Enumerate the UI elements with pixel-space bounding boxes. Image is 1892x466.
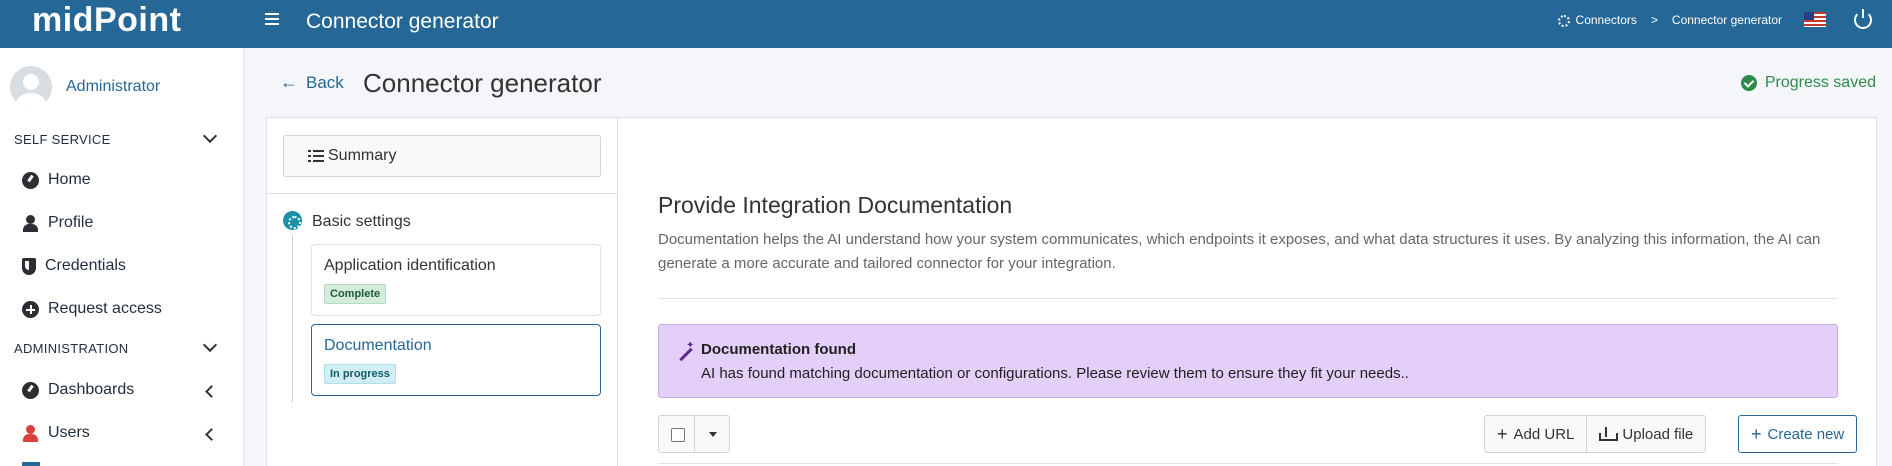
app-title: Connector generator — [306, 10, 499, 33]
upload-icon — [1599, 427, 1619, 441]
sidebar-item-label: Dashboards — [48, 381, 135, 398]
section-self-service[interactable]: SELF SERVICE — [14, 132, 111, 147]
add-url-button[interactable]: + Add URL — [1485, 416, 1586, 452]
check-circle-icon — [1740, 75, 1757, 91]
wizard-steps-panel: Summary Basic settings Application ident… — [267, 118, 618, 466]
step-content: Provide Integration Documentation Docume… — [618, 118, 1876, 466]
dashboard-icon — [22, 171, 39, 189]
plus-icon: + — [1497, 424, 1508, 444]
step-connector-line — [292, 235, 293, 402]
alert-title: Documentation found — [701, 341, 856, 358]
plus-circle-icon — [22, 300, 39, 318]
person-icon — [22, 424, 39, 442]
sidebar-item-home[interactable]: Home — [22, 171, 91, 189]
page-title: Connector generator — [363, 68, 602, 98]
breadcrumb-item-current: Connector generator — [1671, 13, 1782, 27]
arrow-left-icon: ← — [280, 72, 298, 92]
alert-text: AI has found matching documentation or c… — [701, 365, 1409, 382]
section-heading: Provide Integration Documentation — [658, 192, 1013, 218]
step-title: Application identification — [324, 257, 496, 274]
step-group-label: Basic settings — [312, 213, 411, 230]
magic-wand-icon — [677, 340, 695, 363]
sidebar-item-partial — [22, 462, 40, 466]
chevron-down-icon[interactable] — [202, 128, 218, 144]
status-badge: Complete — [324, 284, 387, 304]
step-application-identification[interactable]: Application identification Complete — [311, 244, 601, 316]
section-description: Documentation helps the AI understand ho… — [658, 231, 1821, 272]
step-documentation[interactable]: Documentation In progress — [311, 324, 601, 396]
us-flag-icon[interactable] — [1804, 12, 1826, 27]
shield-icon — [22, 257, 36, 275]
top-bar: midPoint Connector generator Connectors … — [0, 0, 1892, 48]
sidebar-item-label: Credentials — [45, 257, 126, 274]
step-title: Documentation — [324, 337, 432, 354]
sidebar-item-label: Request access — [48, 300, 162, 317]
power-icon[interactable] — [1854, 9, 1872, 29]
breadcrumb-separator: > — [1650, 13, 1658, 27]
user-name[interactable]: Administrator — [66, 78, 160, 96]
checklist-icon — [308, 150, 324, 162]
select-all-checkbox[interactable] — [659, 416, 695, 452]
plus-icon: + — [1751, 424, 1762, 444]
breadcrumb-item-connectors[interactable]: Connectors — [1557, 0, 1637, 40]
breadcrumb: Connectors > Connector generator — [1557, 0, 1782, 40]
chevron-left-icon[interactable] — [205, 385, 218, 398]
add-button-group: + Add URL Upload file — [1484, 415, 1707, 453]
chevron-left-icon[interactable] — [205, 428, 218, 441]
sidebar-item-dashboards[interactable]: Dashboards — [22, 381, 134, 399]
gear-icon — [1557, 14, 1570, 27]
sidebar-item-users[interactable]: Users — [22, 424, 90, 442]
sidebar-item-request-access[interactable]: Request access — [22, 300, 162, 318]
sidebar-item-label: Users — [48, 424, 90, 441]
user-profile[interactable]: Administrator — [10, 66, 160, 108]
bulk-select-group — [658, 415, 730, 453]
avatar — [10, 66, 52, 108]
person-icon — [22, 214, 39, 232]
status-badge: Progress saved — [1740, 74, 1876, 92]
status-badge: In progress — [324, 364, 396, 384]
sidebar-item-label: Home — [48, 171, 91, 188]
back-button[interactable]: ← Back — [280, 72, 344, 93]
sidebar-item-label: Profile — [48, 214, 94, 231]
wizard-card: Summary Basic settings Application ident… — [266, 117, 1877, 466]
sidebar-item-profile[interactable]: Profile — [22, 214, 93, 232]
documentation-found-alert: Documentation found AI has found matchin… — [658, 324, 1838, 398]
summary-button[interactable]: Summary — [283, 135, 601, 177]
divider — [658, 298, 1838, 299]
basic-settings-icon — [283, 211, 302, 230]
create-new-button[interactable]: + Create new — [1738, 415, 1858, 453]
divider — [267, 193, 618, 194]
menu-toggle-icon[interactable] — [265, 10, 285, 30]
upload-file-button[interactable]: Upload file — [1586, 416, 1705, 452]
sidebar-item-credentials[interactable]: Credentials — [22, 257, 126, 275]
sidebar: Administrator SELF SERVICE Home Profile … — [0, 48, 244, 466]
dashboard-icon — [22, 381, 39, 399]
divider — [658, 463, 1838, 464]
bulk-actions-dropdown[interactable] — [695, 416, 730, 452]
chevron-down-icon[interactable] — [202, 337, 218, 353]
section-administration[interactable]: ADMINISTRATION — [14, 341, 128, 356]
app-logo[interactable]: midPoint — [32, 0, 181, 48]
